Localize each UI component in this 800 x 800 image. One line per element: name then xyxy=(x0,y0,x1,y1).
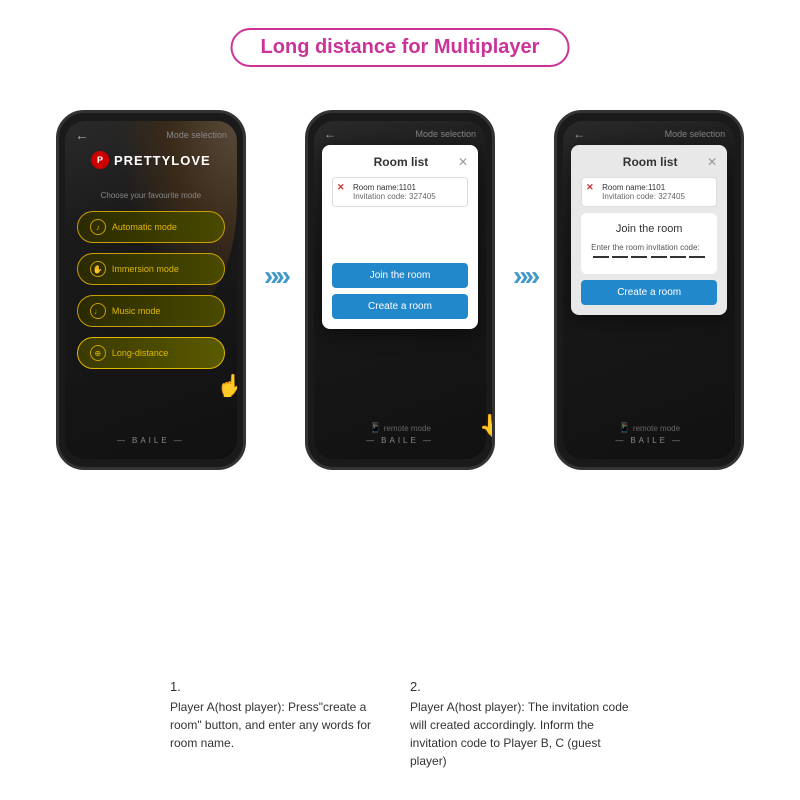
room-dialog-2: Room list ✕ ✕ Room name:1101 Invitation … xyxy=(322,145,478,329)
room-item-3: ✕ Room name:1101 Invitation code: 327405 xyxy=(581,177,717,207)
automatic-icon: ♪ xyxy=(90,219,106,235)
phone-3-back-icon[interactable]: ← xyxy=(573,127,585,141)
mode-automatic[interactable]: ♪ Automatic mode xyxy=(77,211,225,243)
room-dialog-title-2: Room list xyxy=(344,155,458,169)
room-dialog-header-2: Room list ✕ xyxy=(332,155,468,169)
title-text: Long distance for Multiplayer xyxy=(261,36,540,58)
mode-music-label: Music mode xyxy=(112,306,161,316)
prettylove-text: PRETTYLOVE xyxy=(114,153,211,168)
desc-1-number: 1. xyxy=(170,679,390,694)
phone-2-screen: ← Mode selection Room list ✕ ✕ Room name… xyxy=(314,121,486,459)
mode-immersion-label: Immersion mode xyxy=(112,264,179,274)
mode-music[interactable]: ♩ Music mode xyxy=(77,295,225,327)
phone-1-subtitle: Choose your favourite mode xyxy=(65,191,237,200)
join-code-label: Enter the room invitation code: xyxy=(591,243,707,252)
arrow-2: »» xyxy=(513,110,536,292)
desc-2-number: 2. xyxy=(410,679,630,694)
music-icon: ♩ xyxy=(90,303,106,319)
descriptions: 1. Player A(host player): Press"create a… xyxy=(0,679,800,770)
phone-1: ← Mode selection P PRETTYLOVE Choose you… xyxy=(56,110,246,470)
join-section-title: Join the room xyxy=(591,223,707,235)
phone-1-bg: ← Mode selection P PRETTYLOVE Choose you… xyxy=(65,121,237,459)
phone-2-title: Mode selection xyxy=(415,129,476,139)
phone-2-remote: 📱 remote mode xyxy=(314,423,486,434)
room-item-name-2: Room name:1101 xyxy=(341,183,459,192)
code-char-6 xyxy=(689,256,705,258)
join-code-input[interactable] xyxy=(591,256,707,258)
title-banner: Long distance for Multiplayer xyxy=(231,28,570,67)
phone-3-bg: ← Mode selection Room list ✕ ✕ Room name… xyxy=(563,121,735,459)
phone-1-logo: P PRETTYLOVE xyxy=(91,151,211,169)
phones-row: ← Mode selection P PRETTYLOVE Choose you… xyxy=(0,110,800,470)
phone-1-modes: ♪ Automatic mode ✋ Immersion mode ♩ Musi… xyxy=(77,211,225,369)
mode-automatic-label: Automatic mode xyxy=(112,222,177,232)
desc-1-text: Player A(host player): Press"create a ro… xyxy=(170,698,390,752)
phone-3-header: ← Mode selection xyxy=(563,127,735,141)
code-char-1 xyxy=(593,256,609,258)
longdistance-icon: ⊕ xyxy=(90,345,106,361)
code-char-4 xyxy=(651,256,667,258)
room-item-name-3: Room name:1101 xyxy=(590,183,708,192)
arrow-1-symbol: »» xyxy=(264,260,287,292)
phone-2-back-icon[interactable]: ← xyxy=(324,127,336,141)
phone-3-title: Mode selection xyxy=(665,129,726,139)
code-char-2 xyxy=(612,256,628,258)
phone-3-footer: BAILE xyxy=(563,436,735,445)
desc-2-text: Player A(host player): The invitation co… xyxy=(410,698,630,770)
phone-3-remote: 📱 remote mode xyxy=(563,423,735,434)
room-item-code-2: Invitation code: 327405 xyxy=(341,192,459,201)
hand-pointer-2: 👆 xyxy=(479,413,495,439)
desc-2: 2. Player A(host player): The invitation… xyxy=(410,679,630,770)
code-char-3 xyxy=(631,256,647,258)
phone-1-header: ← Mode selection xyxy=(65,127,237,143)
create-room-button-2[interactable]: Create a room xyxy=(332,294,468,319)
join-section: Join the room Enter the room invitation … xyxy=(581,213,717,274)
phone-2: ← Mode selection Room list ✕ ✕ Room name… xyxy=(305,110,495,470)
room-item-x-3: ✕ xyxy=(586,182,594,193)
arrow-2-symbol: »» xyxy=(513,260,536,292)
room-dialog-title-3: Room list xyxy=(593,155,707,169)
room-item-2: ✕ Room name:1101 Invitation code: 327405 xyxy=(332,177,468,207)
create-room-button-3[interactable]: Create a room xyxy=(581,280,717,305)
room-item-x-2: ✕ xyxy=(337,182,345,193)
prettylove-icon: P xyxy=(91,151,109,169)
arrow-1: »» xyxy=(264,110,287,292)
desc-1: 1. Player A(host player): Press"create a… xyxy=(170,679,390,770)
room-dialog-close-3[interactable]: ✕ xyxy=(707,155,717,169)
phone-1-title: Mode selection xyxy=(166,130,227,140)
join-room-button-2[interactable]: Join the room xyxy=(332,263,468,288)
phone-3-screen: ← Mode selection Room list ✕ ✕ Room name… xyxy=(563,121,735,459)
phone-3: ← Mode selection Room list ✕ ✕ Room name… xyxy=(554,110,744,470)
hand-pointer-1: 👆 xyxy=(217,373,236,399)
code-char-5 xyxy=(670,256,686,258)
phone-1-screen: ← Mode selection P PRETTYLOVE Choose you… xyxy=(65,121,237,459)
room-dialog-header-3: Room list ✕ xyxy=(581,155,717,169)
room-dialog-3: Room list ✕ ✕ Room name:1101 Invitation … xyxy=(571,145,727,315)
room-item-code-3: Invitation code: 327405 xyxy=(590,192,708,201)
phone-1-back-icon[interactable]: ← xyxy=(75,127,89,143)
mode-longdistance-label: Long-distance xyxy=(112,348,169,358)
mode-immersion[interactable]: ✋ Immersion mode xyxy=(77,253,225,285)
phone-2-header: ← Mode selection xyxy=(314,127,486,141)
room-dialog-close-2[interactable]: ✕ xyxy=(458,155,468,169)
phone-2-footer: BAILE xyxy=(314,436,486,445)
immersion-icon: ✋ xyxy=(90,261,106,277)
room-space-2 xyxy=(332,213,468,263)
phone-2-bg: ← Mode selection Room list ✕ ✕ Room name… xyxy=(314,121,486,459)
mode-long-distance[interactable]: ⊕ Long-distance xyxy=(77,337,225,369)
phone-1-footer: BAILE xyxy=(65,436,237,445)
